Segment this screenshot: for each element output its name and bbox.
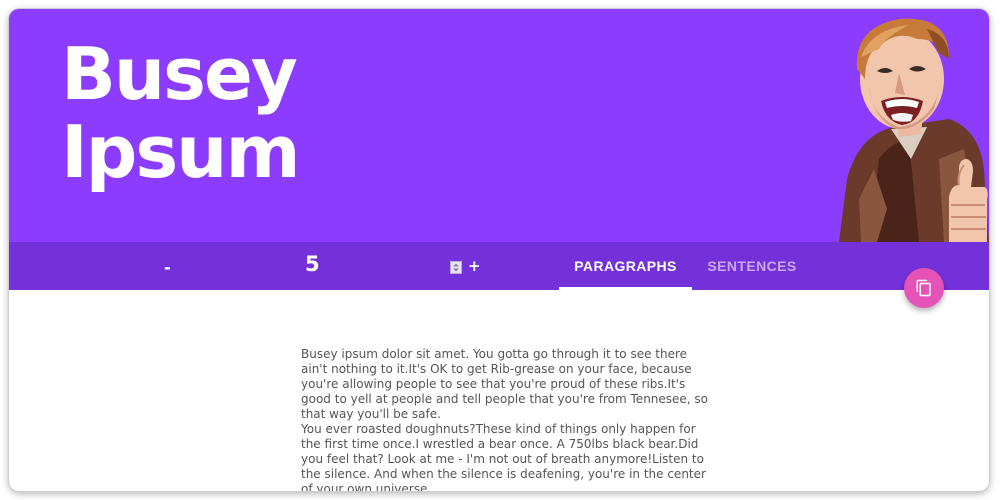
toolbar: - 5 + PARAGRAPHS SENTENCES — [9, 242, 989, 290]
portrait-illustration — [839, 18, 989, 242]
copy-icon — [916, 279, 931, 297]
generated-text: Busey ipsum dolor sit amet. You gotta go… — [301, 347, 711, 491]
spinner-icon[interactable] — [450, 261, 462, 274]
count-value[interactable]: 5 — [305, 252, 320, 276]
paragraph: You ever roasted doughnuts?These kind of… — [301, 422, 706, 491]
app-window: Busey Ipsum - 5 + PARAGRAPHS SENTENCES B… — [9, 9, 989, 491]
tab-sentences[interactable]: SENTENCES — [692, 242, 812, 290]
increment-button[interactable]: + — [468, 257, 481, 275]
paragraph: Busey ipsum dolor sit amet. You gotta go… — [301, 347, 709, 421]
title-line-2: Ipsum — [61, 110, 300, 194]
copy-button[interactable] — [904, 268, 944, 308]
title-line-1: Busey — [61, 32, 298, 116]
decrement-button[interactable]: - — [164, 258, 171, 277]
page-title: Busey Ipsum — [61, 32, 300, 194]
header-banner: Busey Ipsum — [9, 9, 989, 242]
tab-paragraphs[interactable]: PARAGRAPHS — [559, 242, 692, 290]
